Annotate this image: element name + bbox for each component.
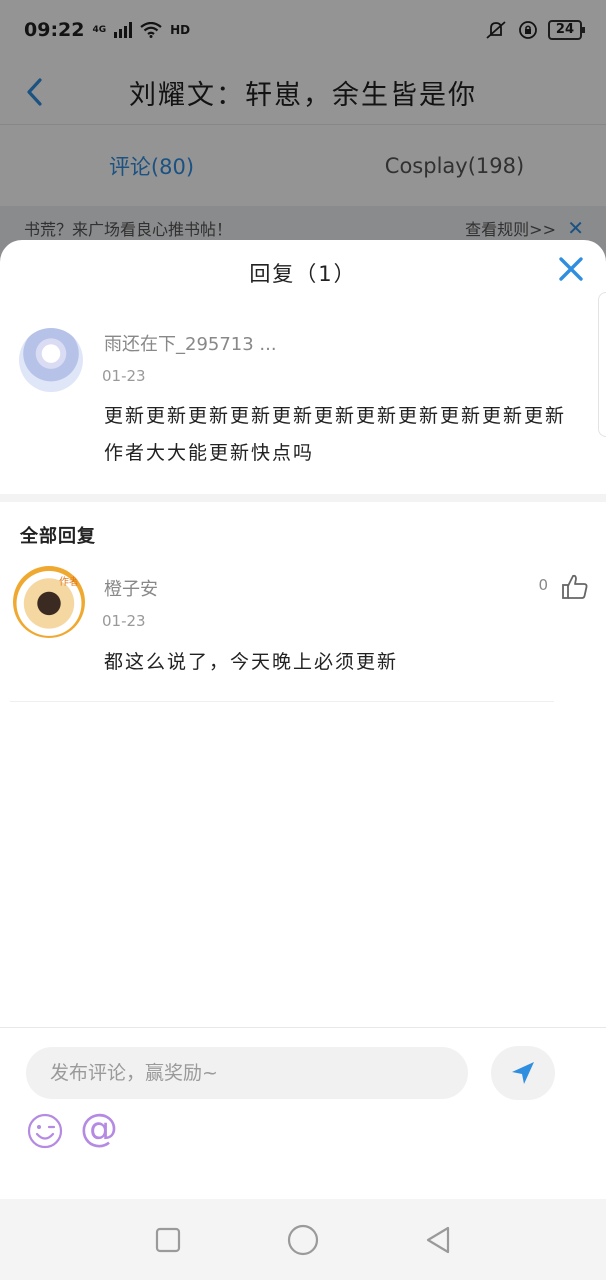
original-date: 01-23 bbox=[102, 367, 146, 385]
reply-date: 01-23 bbox=[102, 612, 146, 630]
row-divider bbox=[10, 701, 554, 702]
send-icon bbox=[512, 1062, 534, 1084]
all-replies-heading: 全部回复 bbox=[20, 526, 96, 547]
smile-icon[interactable] bbox=[26, 1112, 64, 1150]
reply-avatar[interactable]: 作者 bbox=[13, 566, 85, 638]
back-button[interactable] bbox=[418, 1220, 458, 1260]
recent-apps-button[interactable] bbox=[148, 1220, 188, 1260]
at-icon[interactable]: @ bbox=[80, 1106, 118, 1150]
author-badge: 作者 bbox=[59, 577, 79, 588]
scroll-indicator bbox=[598, 292, 606, 437]
original-username[interactable]: 雨还在下_295713 ... bbox=[104, 330, 277, 356]
triangle-back-icon bbox=[427, 1226, 450, 1253]
like-count: 0 bbox=[538, 576, 548, 594]
sheet-title: 回复（1） bbox=[249, 262, 357, 286]
close-icon[interactable] bbox=[556, 254, 586, 284]
circle-icon bbox=[287, 1224, 319, 1255]
reply-username[interactable]: 橙子安 bbox=[104, 575, 158, 601]
square-icon bbox=[155, 1227, 180, 1252]
section-divider bbox=[0, 494, 606, 502]
avatar[interactable] bbox=[19, 328, 83, 392]
reply-text: 都这么说了，今天晚上必须更新 bbox=[104, 651, 399, 673]
comment-input[interactable] bbox=[26, 1047, 468, 1099]
comment-composer: @ bbox=[0, 1027, 606, 1199]
home-button[interactable] bbox=[283, 1220, 323, 1260]
send-button[interactable] bbox=[491, 1046, 555, 1100]
system-nav-bar bbox=[0, 1199, 606, 1280]
thumbs-up-icon[interactable] bbox=[560, 572, 590, 602]
original-comment-text: 更新更新更新更新更新更新更新更新更新更新更新作者大大能更新快点吗 bbox=[104, 405, 567, 464]
